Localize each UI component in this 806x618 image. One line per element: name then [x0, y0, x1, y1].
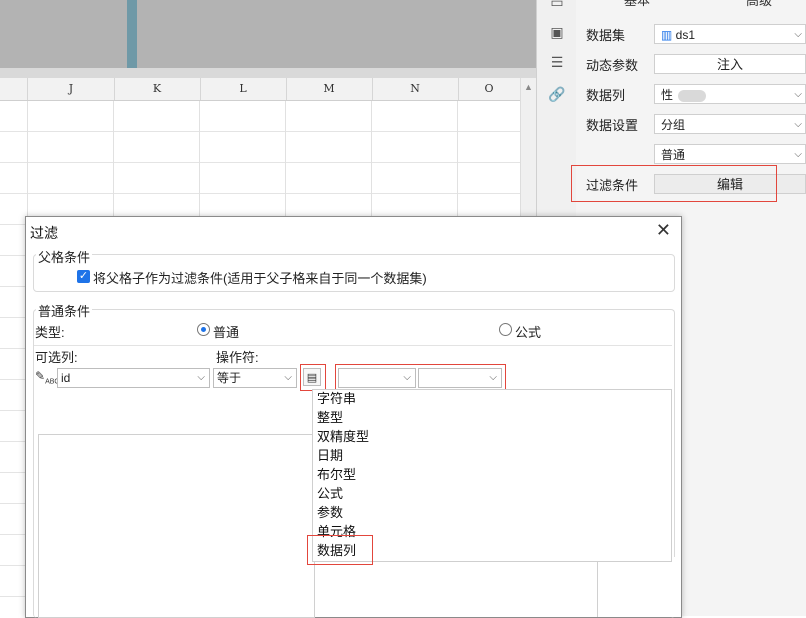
data-setting-label: 数据设置: [586, 118, 639, 133]
type-formula-radio[interactable]: [499, 323, 512, 336]
list-item[interactable]: 公式: [317, 483, 343, 502]
column-header-j[interactable]: J: [28, 78, 115, 100]
chevron-down-icon: ⌵: [794, 89, 802, 100]
operator-select-value: 等于: [217, 371, 242, 385]
insert-element-icon[interactable]: ▣: [547, 22, 567, 42]
cell-attribute-icon[interactable]: ☰: [547, 52, 567, 72]
column-header-m[interactable]: M: [286, 78, 373, 100]
parent-checkbox-label: 将父格子作为过滤条件(适用于父子格来自于同一个数据集): [93, 271, 427, 286]
chevron-down-icon: ⌵: [794, 119, 802, 130]
list-item[interactable]: 字符串: [317, 388, 356, 407]
value-select-2[interactable]: ⌵: [418, 368, 502, 388]
chevron-down-icon: ⌵: [489, 372, 497, 383]
list-item[interactable]: 布尔型: [317, 464, 356, 483]
parent-group-title: 父格条件: [36, 247, 93, 266]
chevron-down-icon: ⌵: [794, 29, 802, 40]
list-item[interactable]: 日期: [317, 445, 343, 464]
normal-group-title: 普通条件: [36, 301, 93, 320]
link-icon[interactable]: 🔗: [547, 84, 567, 104]
chevron-down-icon: ⌵: [794, 149, 802, 160]
type-formula-label: 公式: [515, 325, 542, 340]
dialog-title: 过滤: [30, 225, 58, 241]
type-normal-radio[interactable]: [197, 323, 210, 336]
value-select-1[interactable]: ⌵: [338, 368, 416, 388]
cell-element-icon[interactable]: ▭: [547, 0, 567, 12]
tab-advanced[interactable]: 高级: [746, 0, 772, 10]
data-setting-value: 分组: [661, 118, 686, 132]
right-button-column: [597, 557, 681, 617]
operator-select[interactable]: 等于 ⌵: [213, 368, 297, 388]
blurred-text: [678, 89, 707, 102]
operator-label: 操作符:: [216, 350, 259, 365]
value-type-icon[interactable]: ▤: [303, 368, 321, 386]
chevron-down-icon: ⌵: [403, 372, 411, 383]
dataset-icon: ▥: [661, 28, 676, 42]
row-corner: [0, 78, 28, 100]
data-column-highlight-box: [307, 535, 373, 565]
column-select[interactable]: id ⌵: [57, 368, 210, 388]
dataset-select[interactable]: ▥ ds1 ⌵: [654, 24, 806, 44]
data-setting-sub-select[interactable]: 普通 ⌵: [654, 144, 806, 164]
dynamic-param-label: 动态参数: [586, 58, 639, 73]
dataset-label: 数据集: [586, 28, 626, 43]
condition-list-area[interactable]: [38, 434, 315, 618]
close-icon[interactable]: ✕: [656, 220, 671, 241]
list-item[interactable]: 参数: [317, 502, 343, 521]
data-column-label: 数据列: [586, 88, 626, 103]
column-header-l[interactable]: L: [200, 78, 287, 100]
chevron-down-icon: ⌵: [284, 372, 292, 383]
sheet-strip: [0, 68, 536, 78]
data-column-select[interactable]: 性 ⌵: [654, 84, 806, 104]
list-item[interactable]: 双精度型: [317, 426, 369, 445]
scroll-up-icon[interactable]: ▲: [524, 82, 533, 92]
data-setting-select[interactable]: 分组 ⌵: [654, 114, 806, 134]
tab-basic[interactable]: 基本: [624, 0, 650, 10]
data-column-value: 性: [661, 88, 674, 102]
list-item[interactable]: 整型: [317, 407, 343, 426]
chevron-down-icon: ⌵: [197, 372, 205, 383]
abc-column-icon: ✎ABC: [35, 369, 60, 386]
column-header-row: J K L M N O: [0, 78, 520, 101]
column-label: 可选列:: [35, 350, 78, 365]
column-header-o[interactable]: O: [458, 78, 520, 100]
filter-highlight-box: [571, 165, 777, 202]
sheet-marker-bar: [127, 0, 137, 68]
column-header-n[interactable]: N: [372, 78, 459, 100]
column-select-value: id: [61, 371, 71, 385]
sheet-toolbar-area: [0, 0, 536, 68]
type-normal-label: 普通: [213, 325, 240, 340]
column-header-k[interactable]: K: [114, 78, 201, 100]
parent-checkbox[interactable]: ✓: [77, 270, 90, 283]
dataset-value: ds1: [675, 28, 696, 42]
data-setting-sub-value: 普通: [661, 148, 686, 162]
divider: [34, 345, 672, 346]
type-label: 类型:: [35, 325, 65, 340]
inject-button[interactable]: 注入: [654, 54, 806, 74]
